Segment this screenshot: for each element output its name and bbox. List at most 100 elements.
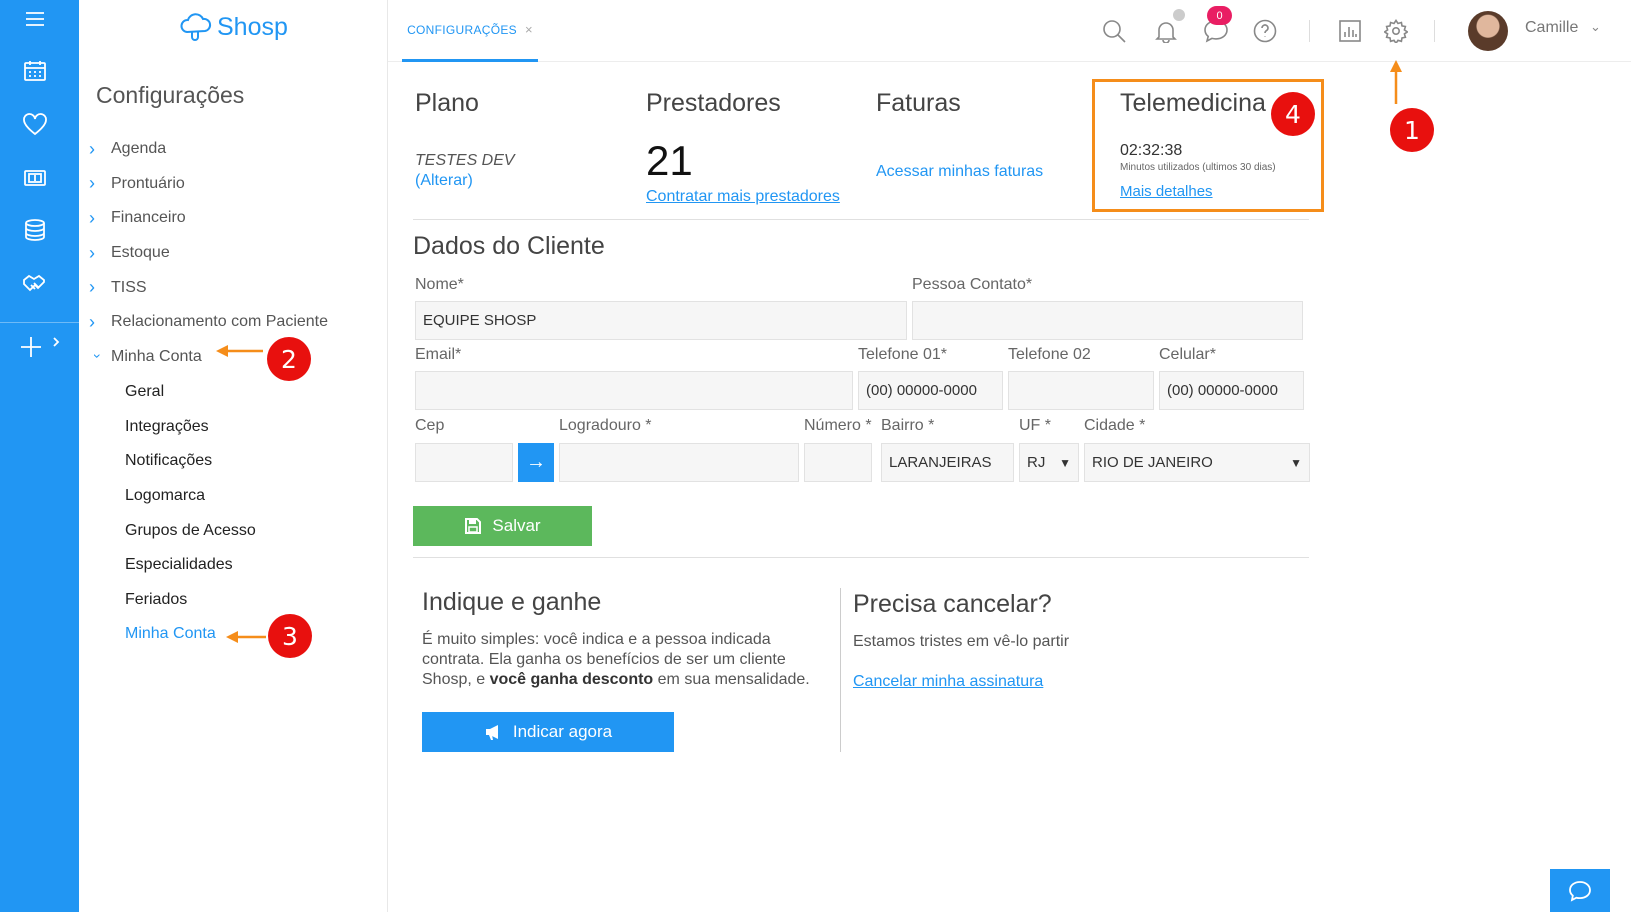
sidebar-title: Configurações [96, 82, 245, 108]
tab-configuracoes[interactable]: CONFIGURAÇÕES × [402, 0, 538, 62]
logradouro-field[interactable] [559, 443, 799, 482]
nome-field[interactable]: EQUIPE SHOSP [415, 301, 907, 340]
sidebar-item-agenda[interactable]: › Agenda [89, 132, 328, 167]
megaphone-icon [485, 725, 498, 740]
chevron-right-icon: › [89, 311, 95, 332]
search-cep-button[interactable]: → [518, 443, 554, 482]
report-icon[interactable] [1335, 16, 1365, 46]
search-icon[interactable] [1099, 16, 1129, 46]
pessoa-contato-field[interactable] [912, 301, 1303, 340]
referral-line-3: Shosp, e você ganha desconto em sua mens… [422, 671, 810, 689]
tab-label: CONFIGURAÇÕES [407, 22, 517, 37]
telefone01-field[interactable]: (00) 00000-0000 [858, 371, 1003, 410]
divider [1434, 20, 1435, 42]
divider [840, 588, 841, 752]
submenu-item-geral[interactable]: Geral [125, 375, 256, 410]
referral-text: Shosp, e [422, 671, 490, 688]
email-field[interactable] [415, 371, 853, 410]
sidebar-item-label: Financeiro [111, 209, 186, 227]
minha-conta-submenu: Geral Integrações Notificações Logomarca… [125, 375, 256, 652]
invoices-link[interactable]: Acessar minhas faturas [876, 163, 1043, 181]
sidebar-item-label: Relacionamento com Paciente [111, 313, 329, 331]
dropdown-arrow-icon: ▼ [1059, 455, 1071, 470]
sidebar-item-label: Agenda [111, 140, 167, 158]
pessoa-contato-label: Pessoa Contato* [912, 276, 1033, 293]
bairro-field[interactable]: LARANJEIRAS [881, 443, 1014, 482]
cloud-stethoscope-icon [180, 13, 212, 41]
save-button[interactable]: Salvar [413, 506, 592, 546]
sidebar: Shosp Configurações › Agenda › Prontuário … [79, 0, 388, 912]
cep-label: Cep [415, 417, 445, 434]
floppy-disk-icon [465, 518, 482, 534]
save-label: Salvar [492, 516, 541, 535]
prestadores-count: 21 [646, 137, 693, 184]
celular-label: Celular* [1159, 346, 1216, 363]
refer-now-button[interactable]: Indicar agora [422, 712, 674, 752]
sidebar-item-label: TISS [111, 278, 147, 296]
arrow-right-icon: → [526, 451, 546, 473]
submenu-item-especialidades[interactable]: Especialidades [125, 548, 256, 583]
logo-text: Shosp [217, 12, 288, 41]
heart-icon[interactable] [0, 113, 70, 137]
step-marker-2: 2 [267, 337, 311, 381]
messages-badge: 0 [1207, 6, 1232, 25]
chevron-right-icon: › [89, 173, 95, 194]
submenu-item-integracoes[interactable]: Integrações [125, 410, 256, 445]
avatar[interactable] [1468, 11, 1508, 51]
telefone02-field[interactable] [1008, 371, 1154, 410]
database-icon[interactable] [0, 218, 70, 242]
logo[interactable]: Shosp [179, 12, 288, 42]
help-icon[interactable] [1250, 16, 1280, 46]
telefone01-label: Telefone 01* [858, 346, 947, 363]
client-section-title: Dados do Cliente [413, 232, 605, 260]
sidebar-item-prontuario[interactable]: › Prontuário [89, 167, 328, 202]
submenu-item-minha-conta[interactable]: Minha Conta [125, 617, 256, 652]
gear-icon[interactable] [1381, 16, 1411, 46]
celular-field[interactable]: (00) 00000-0000 [1159, 371, 1304, 410]
referral-line-2: contrata. Ela ganha os benefícios de ser… [422, 651, 786, 668]
chevron-down-icon[interactable]: ⌄ [1590, 19, 1601, 35]
dropdown-arrow-icon: ▼ [1290, 455, 1302, 470]
telemedicina-caption: Minutos utilizados (ultimos 30 dias) [1120, 162, 1276, 173]
menu-icon[interactable] [0, 10, 70, 28]
handshake-icon[interactable] [0, 272, 70, 296]
rail-divider [0, 322, 79, 323]
sidebar-item-estoque[interactable]: › Estoque [89, 236, 328, 271]
more-details-link[interactable]: Mais detalhes [1120, 183, 1213, 200]
nome-label: Nome* [415, 276, 464, 293]
sidebar-item-label: Minha Conta [111, 347, 202, 365]
cidade-select[interactable]: RIO DE JANEIRO ▼ [1084, 443, 1310, 482]
submenu-item-feriados[interactable]: Feriados [125, 583, 256, 618]
chevron-right-icon: › [89, 242, 95, 263]
sidebar-item-tiss[interactable]: › TISS [89, 270, 328, 305]
chevron-down-icon: › [90, 353, 106, 359]
left-rail [0, 0, 79, 912]
uf-select[interactable]: RJ ▼ [1019, 443, 1079, 482]
cancel-subscription-link[interactable]: Cancelar minha assinatura [853, 673, 1043, 691]
prestadores-title: Prestadores [646, 89, 781, 117]
change-plan-link[interactable]: (Alterar) [415, 172, 473, 190]
chat-widget-button[interactable] [1550, 869, 1610, 912]
cancel-title: Precisa cancelar? [853, 590, 1052, 618]
numero-field[interactable] [804, 443, 872, 482]
contract-more-link[interactable]: Contratar mais prestadores [646, 188, 840, 206]
cidade-value: RIO DE JANEIRO [1092, 454, 1213, 471]
add-icon[interactable] [0, 336, 79, 358]
submenu-item-logomarca[interactable]: Logomarca [125, 479, 256, 514]
cep-field[interactable] [415, 443, 513, 482]
referral-text: em sua mensalidade. [653, 671, 810, 688]
logradouro-label: Logradouro * [559, 417, 652, 434]
referral-line-1: É muito simples: você indica e a pessoa … [422, 631, 771, 648]
sidebar-item-financeiro[interactable]: › Financeiro [89, 201, 328, 236]
sidebar-item-relacionamento[interactable]: › Relacionamento com Paciente [89, 305, 328, 340]
submenu-item-notificacoes[interactable]: Notificações [125, 444, 256, 479]
calendar-icon[interactable] [0, 60, 70, 82]
money-icon[interactable] [0, 168, 70, 188]
submenu-item-grupos-acesso[interactable]: Grupos de Acesso [125, 513, 256, 548]
telefone02-label: Telefone 02 [1008, 346, 1091, 363]
user-name[interactable]: Camille [1525, 19, 1578, 37]
close-icon[interactable]: × [525, 22, 533, 37]
plano-title: Plano [415, 89, 479, 117]
referral-bold-text: você ganha desconto [489, 671, 654, 688]
sidebar-item-label: Estoque [111, 244, 170, 262]
